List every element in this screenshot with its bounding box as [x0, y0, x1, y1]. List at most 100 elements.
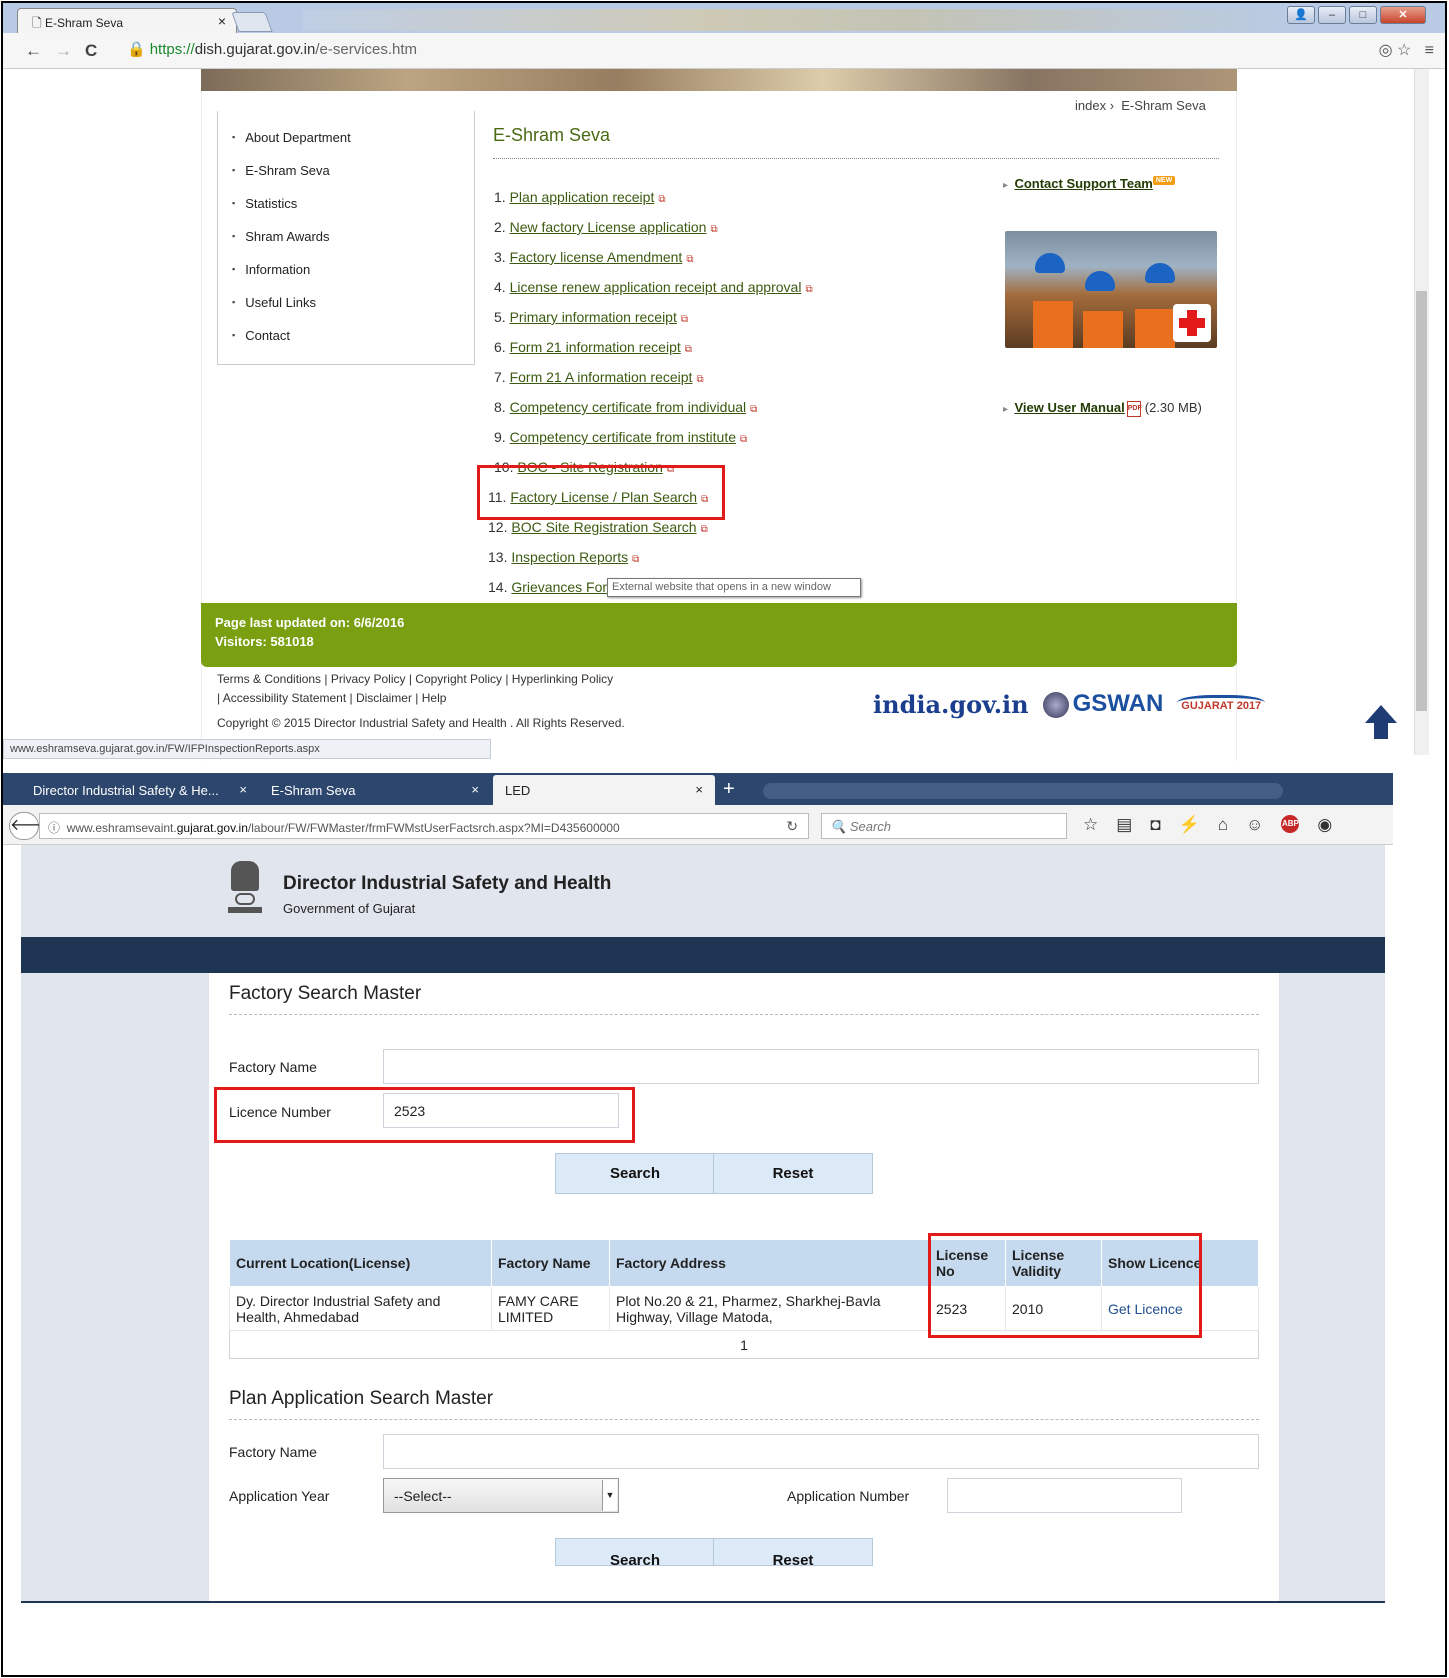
new-tab-button[interactable] [231, 12, 273, 32]
extension-icon[interactable]: ◉ [1317, 815, 1332, 835]
tab-title: E-Shram Seva [44, 16, 124, 30]
service-link[interactable]: Form 21 information receipt [510, 339, 681, 355]
contact-support: ▸ Contact Support Team NEW [1003, 176, 1176, 191]
application-number-input[interactable] [947, 1478, 1182, 1513]
back-arrow-icon[interactable]: 🡐 [9, 812, 53, 840]
close-tab-icon[interactable]: × [471, 782, 479, 797]
scroll-top-icon-stem[interactable] [1374, 722, 1388, 739]
highlight-box-licence [214, 1087, 635, 1143]
cell-factory: FAMY CARE LIMITED [491, 1286, 610, 1331]
tab-eshram[interactable]: E-Shram Seva × [259, 775, 491, 805]
bookmark-star-icon[interactable]: ☆ [1083, 815, 1098, 835]
service-link[interactable]: BOC Site Registration Search [511, 519, 696, 535]
reload-icon[interactable]: C [85, 41, 97, 61]
breadcrumb: index › E-Shram Seva [1075, 98, 1206, 113]
sidebar-item-eshram[interactable]: E-Shram Seva [232, 163, 330, 178]
sidebar-item-information[interactable]: Information [232, 262, 310, 277]
close-window-button[interactable]: ✕ [1380, 6, 1426, 24]
maximize-button[interactable]: □ [1349, 6, 1377, 24]
external-link-icon: ⧉ [632, 554, 640, 565]
footer-links-2[interactable]: | Accessibility Statement | Disclaimer |… [217, 691, 446, 705]
cell-address: Plot No.20 & 21, Pharmez, Sharkhej-Bavla… [609, 1286, 930, 1331]
service-link[interactable]: Form 21 A information receipt [510, 369, 693, 385]
close-tab-icon[interactable]: × [695, 782, 703, 797]
adblock-icon[interactable]: ABP [1281, 815, 1300, 833]
service-link[interactable]: Inspection Reports [511, 549, 628, 565]
window-controls: 👤 – □ ✕ [1287, 6, 1426, 24]
sidebar-item-awards[interactable]: Shram Awards [232, 229, 329, 244]
reload-icon[interactable]: ↻ [786, 818, 798, 835]
dropdown-arrow-icon[interactable]: ▼ [602, 1480, 617, 1511]
dish-page: Director Industrial Safety and Health Go… [21, 845, 1385, 1603]
service-item: 1. Plan application receipt ⧉ [494, 189, 666, 205]
new-tab-button[interactable]: + [723, 778, 735, 801]
scroll-top-icon[interactable] [1365, 705, 1397, 723]
application-year-label: Application Year [229, 1488, 330, 1504]
lock-icon: 🔒 [127, 41, 146, 58]
search-box[interactable]: 🔍 Search [821, 813, 1067, 839]
arrow-bullet-icon: ▸ [1003, 404, 1011, 415]
scrollbar-thumb[interactable] [1416, 291, 1427, 711]
external-link-icon: ⧉ [700, 524, 708, 535]
service-item: 5. Primary information receipt ⧉ [494, 309, 688, 325]
forward-arrow-icon[interactable]: → [55, 41, 72, 61]
service-link[interactable]: Factory license Amendment [510, 249, 683, 265]
reset-button[interactable]: Reset [713, 1153, 873, 1194]
chrome-tab-bar: 🗋 E-Shram Seva × 👤 – □ ✕ [3, 3, 1445, 34]
application-year-select[interactable]: --Select-- ▼ [383, 1478, 619, 1513]
plan-search-button[interactable]: Search [555, 1538, 715, 1566]
title-divider [493, 158, 1219, 159]
chrome-tab-eshram[interactable]: 🗋 E-Shram Seva × [17, 8, 237, 34]
service-link[interactable]: Competency certificate from institute [510, 429, 736, 445]
reading-list-icon[interactable]: ▤ [1116, 815, 1132, 835]
close-tab-icon[interactable]: × [239, 782, 247, 797]
india-gov-logo[interactable]: india.gov.in [873, 690, 1029, 719]
tab-dish[interactable]: Director Industrial Safety & He... × [21, 775, 259, 805]
service-link[interactable]: Primary information receipt [510, 309, 677, 325]
header-banner-image [201, 69, 1237, 91]
url-field[interactable]: ⓘ www.eshramsevaint.gujarat.gov.in/labou… [39, 813, 809, 839]
service-link[interactable]: Competency certificate from individual [510, 399, 747, 415]
service-item: 4. License renew application receipt and… [494, 279, 813, 295]
nav-band [21, 937, 1385, 973]
info-icon[interactable]: ⓘ [48, 821, 63, 835]
tab-led[interactable]: LED × [493, 775, 715, 805]
footer-links[interactable]: Terms & Conditions | Privacy Policy | Co… [217, 672, 613, 686]
window-bottom-edge [21, 1601, 1385, 1603]
url-field[interactable]: 🔒 https://dish.gujarat.gov.in/e-services.… [127, 40, 1383, 64]
chat-icon[interactable]: ☺ [1246, 815, 1263, 835]
factory-search-title: Factory Search Master [229, 983, 422, 1004]
flash-icon[interactable]: ⚡ [1179, 815, 1200, 835]
pocket-icon[interactable]: ◘ [1150, 815, 1160, 835]
view-user-manual-link[interactable]: View User Manual [1014, 400, 1124, 415]
gswan-logo[interactable]: GSWAN [1042, 690, 1163, 718]
home-icon[interactable]: ⌂ [1218, 815, 1228, 835]
back-arrow-icon[interactable]: ← [25, 41, 42, 61]
extension-icons[interactable]: ◎ ☆ ≡ [1379, 40, 1434, 60]
sidebar-item-useful-links[interactable]: Useful Links [232, 295, 316, 310]
sidebar-item-contact[interactable]: Contact [232, 328, 290, 343]
service-link[interactable]: New factory License application [510, 219, 707, 235]
vibrant-gujarat-logo[interactable]: GUJARAT 2017 [1177, 694, 1266, 714]
chrome-window: 🗋 E-Shram Seva × 👤 – □ ✕ ← → C 🔒 https://… [3, 3, 1445, 773]
service-link[interactable]: License renew application receipt and ap… [510, 279, 802, 295]
service-link[interactable]: Grievances Form [511, 579, 618, 595]
plan-factory-name-input[interactable] [383, 1434, 1259, 1469]
factory-name-input[interactable] [383, 1049, 1259, 1084]
plan-reset-button[interactable]: Reset [713, 1538, 873, 1566]
site-header: Director Industrial Safety and Health Go… [21, 845, 1385, 937]
first-aid-icon [1173, 304, 1211, 342]
service-item: 7. Form 21 A information receipt ⧉ [494, 369, 704, 385]
service-link[interactable]: Plan application receipt [510, 189, 655, 205]
close-tab-icon[interactable]: × [218, 13, 226, 29]
minimize-button[interactable]: – [1318, 6, 1346, 24]
user-icon[interactable]: 👤 [1287, 6, 1315, 24]
external-link-icon: ⧉ [805, 284, 813, 295]
sidebar-item-statistics[interactable]: Statistics [232, 196, 297, 211]
sidebar-item-about[interactable]: About Department [232, 130, 351, 145]
service-item: 8. Competency certificate from individua… [494, 399, 758, 415]
contact-support-link[interactable]: Contact Support Team [1014, 176, 1152, 191]
search-button[interactable]: Search [555, 1153, 715, 1194]
workers-photo [1005, 231, 1217, 348]
col-current-location: Current Location(License) [229, 1239, 492, 1287]
